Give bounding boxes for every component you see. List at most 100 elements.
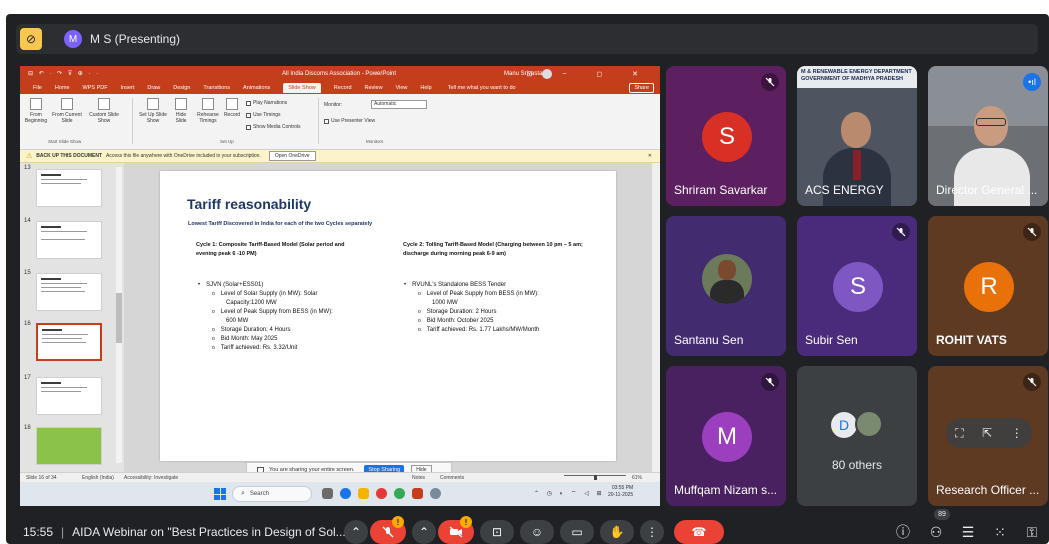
chrome-icon[interactable] xyxy=(394,488,405,499)
from-current-slide-button[interactable]: From Current Slide xyxy=(52,98,82,125)
message-close-icon[interactable]: ✕ xyxy=(648,153,652,159)
slide-scrollbar[interactable] xyxy=(652,163,660,472)
slide-thumbnail[interactable] xyxy=(36,169,102,207)
thumb-line xyxy=(41,291,85,292)
taskbar-search[interactable]: ⌕ Search xyxy=(232,486,312,502)
presenter-view-label: Use Presenter View xyxy=(331,118,376,124)
thumbnail-number: 14 xyxy=(24,218,31,224)
slide-thumbnail[interactable] xyxy=(36,221,102,259)
participant-tile[interactable]: M Muffqam Nizam s... xyxy=(666,366,786,506)
menu-record[interactable]: Record xyxy=(334,85,352,91)
taskbar-clock[interactable]: 03:55 PM 20-11-2025 xyxy=(608,485,633,499)
accessibility-status[interactable]: Accessibility: Investigate xyxy=(124,475,178,481)
cycle1-list: SJVN (Solar+ESS01) Level of Solar Supply… xyxy=(198,281,368,353)
monitor-select[interactable]: Automatic xyxy=(371,100,427,109)
language-status[interactable]: English (India) xyxy=(82,475,114,481)
meet-controls-bar: 15:55 | AIDA Webinar on "Best Practices in… xyxy=(6,509,1049,544)
participant-tile[interactable]: S Shriram Savarkar xyxy=(666,66,786,206)
notes-button[interactable]: Notes xyxy=(412,475,425,481)
menu-draw[interactable]: Draw xyxy=(147,85,160,91)
record-button[interactable]: Record xyxy=(222,98,242,118)
more-options-icon[interactable]: ⋮ xyxy=(1011,426,1023,440)
menu-home[interactable]: Home xyxy=(55,85,70,91)
participant-tile[interactable]: R ROHIT VATS xyxy=(928,216,1048,356)
use-presenter-view-checkbox[interactable]: Use Presenter View xyxy=(324,118,375,124)
powerpoint-icon[interactable] xyxy=(412,488,423,499)
menu-view[interactable]: View xyxy=(396,85,408,91)
ribbon-separator xyxy=(318,98,319,144)
participant-tile[interactable]: •ıl Director General ... xyxy=(928,66,1048,206)
rehearse-timings-button[interactable]: Rehearse Timings xyxy=(194,98,222,125)
people-icon[interactable]: ⚇ xyxy=(926,524,946,540)
activities-icon[interactable]: ⁙ xyxy=(990,524,1010,540)
app-icon[interactable] xyxy=(376,488,387,499)
custom-slide-show-button[interactable]: Custom Slide Show xyxy=(88,98,120,125)
system-tray[interactable]: ⌃ ◷ ◐ ⌔ ◁ ⊞ xyxy=(534,489,605,497)
meeting-details-icon[interactable]: ⓘ xyxy=(893,524,913,540)
task-view-icon[interactable] xyxy=(322,488,333,499)
others-tile[interactable]: D 80 others xyxy=(797,366,917,506)
thumbnail-scroll-thumb[interactable] xyxy=(116,293,122,343)
menu-transitions[interactable]: Transitions xyxy=(203,85,230,91)
menu-help[interactable]: Help xyxy=(420,85,431,91)
fullscreen-icon[interactable]: ⛶ xyxy=(955,426,963,441)
participant-avatar: S xyxy=(702,112,752,162)
chevron-up-icon: ⌃ xyxy=(418,525,430,539)
zoom-level[interactable]: 61% xyxy=(632,475,642,481)
menu-design[interactable]: Design xyxy=(173,85,190,91)
present-button[interactable]: ⊡ xyxy=(480,520,514,544)
list-item: Tariff achieved: Rs. 3.32/Unit xyxy=(204,344,368,353)
slide-thumbnail[interactable] xyxy=(36,377,102,415)
chat-icon[interactable]: ☰ xyxy=(958,524,978,540)
hide-slide-button[interactable]: Hide Slide xyxy=(170,98,192,125)
more-options-button[interactable]: ⋮ xyxy=(640,520,664,544)
camera-warning-icon: ! xyxy=(460,516,472,528)
zoom-slider-knob[interactable] xyxy=(594,475,597,480)
settings-icon[interactable] xyxy=(430,488,441,499)
play-narrations-checkbox[interactable]: Play Narrations xyxy=(246,100,287,106)
slide-thumbnail-selected[interactable] xyxy=(36,323,102,361)
pin-icon[interactable]: ⇱ xyxy=(982,426,992,440)
thumb-line xyxy=(41,179,87,180)
windows-start-icon[interactable] xyxy=(214,488,226,500)
quick-access-toolbar[interactable]: ⊟ ↶ · ↷ ⊽ ⊕ · · xyxy=(28,70,100,77)
menu-slide-show[interactable]: Slide Show xyxy=(283,82,321,93)
participant-tile[interactable]: S Subir Sen xyxy=(797,216,917,356)
comments-button[interactable]: Comments xyxy=(440,475,464,481)
present-screen-icon[interactable]: ⊘ xyxy=(20,28,42,50)
list-item: Bid Month: May 2025 xyxy=(204,335,368,344)
reactions-button[interactable]: ☺ xyxy=(520,520,554,544)
from-beginning-button[interactable]: From Beginning xyxy=(24,98,48,125)
presenter-avatar: M xyxy=(64,30,82,48)
tell-me-box[interactable]: Tell me what you want to do xyxy=(448,85,516,91)
menu-file[interactable]: File xyxy=(33,85,42,91)
window-controls[interactable]: ⊡ − ◻ ✕ xyxy=(527,70,652,78)
file-explorer-icon[interactable] xyxy=(358,488,369,499)
use-timings-checkbox[interactable]: Use Timings xyxy=(246,112,281,118)
participant-tile[interactable]: M & RENEWABLE ENERGY DEPARTMENT GOVERNME… xyxy=(797,66,917,206)
video-options-button[interactable]: ⌃ xyxy=(412,520,436,544)
set-up-slide-show-button[interactable]: Set Up Slide Show xyxy=(138,98,168,125)
show-media-controls-checkbox[interactable]: Show Media Controls xyxy=(246,124,301,130)
edge-icon[interactable] xyxy=(340,488,351,499)
raise-hand-button[interactable]: ✋ xyxy=(600,520,634,544)
slideshow-start-icon xyxy=(30,98,42,110)
menu-insert[interactable]: Insert xyxy=(121,85,135,91)
audio-options-button[interactable]: ⌃ xyxy=(344,520,368,544)
menu-review[interactable]: Review xyxy=(365,85,383,91)
participant-name: Shriram Savarkar xyxy=(674,183,768,197)
slide-thumbnail[interactable] xyxy=(36,273,102,311)
menu-wps-pdf[interactable]: WPS PDF xyxy=(83,85,108,91)
participant-tile[interactable]: ⛶ ⇱ ⋮ Research Officer ... xyxy=(928,366,1048,506)
open-onedrive-button[interactable]: Open OneDrive xyxy=(268,151,316,161)
participant-tile[interactable]: Santanu Sen xyxy=(666,216,786,356)
menu-animations[interactable]: Animations xyxy=(243,85,270,91)
thumb-line xyxy=(42,329,62,331)
ppt-share-button[interactable]: Share xyxy=(629,82,654,93)
list-item: Level of Solar Supply (in MW): Solar xyxy=(204,290,368,299)
slide-thumbnail[interactable] xyxy=(36,427,102,465)
leave-call-button[interactable]: ☎ xyxy=(674,520,724,544)
ppt-title-bar: ⊟ ↶ · ↷ ⊽ ⊕ · · All India Discoms Associ… xyxy=(20,66,660,81)
host-controls-icon[interactable]: ⚿ xyxy=(1022,524,1042,540)
captions-button[interactable]: ▭ xyxy=(560,520,594,544)
